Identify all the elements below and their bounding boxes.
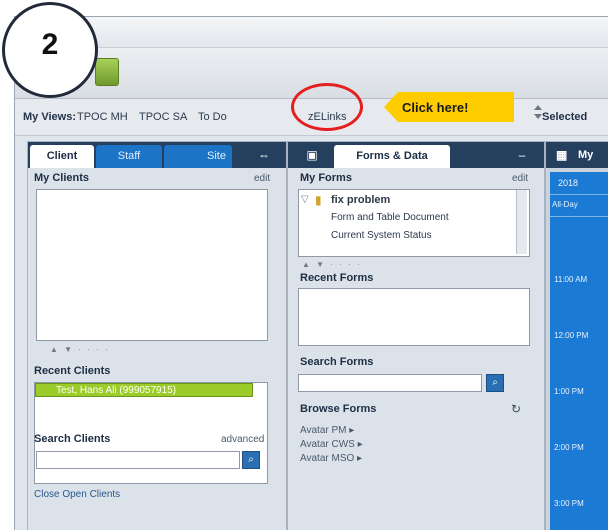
forms-panel: ▣ Forms & Data – My Forms edit ▽ ▮ fix p… bbox=[287, 141, 545, 530]
step-number: 2 bbox=[41, 28, 59, 61]
splitter-handle-icon[interactable]: ▲ ▼ · · · · bbox=[302, 260, 362, 269]
browse-item-avatar-cws[interactable]: Avatar CWS ▸ bbox=[300, 439, 363, 450]
view-link-tpoc-mh[interactable]: TPOC MH bbox=[77, 111, 128, 123]
sort-arrows-icon[interactable] bbox=[534, 105, 542, 127]
calendar-divider bbox=[550, 216, 608, 217]
my-forms-edit-link[interactable]: edit bbox=[512, 173, 528, 184]
forms-panel-icon: ▣ bbox=[306, 148, 318, 162]
view-link-tpoc-sa[interactable]: TPOC SA bbox=[139, 111, 187, 123]
calendar-grid[interactable]: 2018 All-Day 11:00 AM 12:00 PM 1:00 PM 2… bbox=[550, 172, 608, 530]
calendar-icon: ▦ bbox=[556, 148, 568, 162]
client-panel: Client Staff Site ⇔ My Clients edit ▲ ▼ … bbox=[27, 141, 287, 530]
search-clients-title: Search Clients bbox=[34, 433, 111, 445]
close-open-clients-link[interactable]: Close Open Clients bbox=[34, 489, 120, 500]
time-slot-label: 12:00 PM bbox=[554, 331, 589, 340]
my-clients-title: My Clients bbox=[34, 172, 90, 184]
form-item-1[interactable]: Current System Status bbox=[331, 230, 432, 241]
refresh-icon[interactable]: ↻ bbox=[506, 400, 526, 418]
recent-forms-title: Recent Forms bbox=[300, 272, 374, 284]
time-slot-label: 2:00 PM bbox=[554, 443, 584, 452]
all-day-label: All-Day bbox=[552, 200, 578, 209]
time-slot-label: 3:00 PM bbox=[554, 499, 584, 508]
browse-forms-title: Browse Forms bbox=[300, 403, 377, 415]
my-forms-list[interactable]: ▽ ▮ fix problem Form and Table Document … bbox=[298, 189, 530, 257]
expand-icon[interactable]: ⇔ bbox=[254, 146, 274, 164]
click-here-callout: Click here! bbox=[384, 92, 514, 122]
view-link-to-do[interactable]: To Do bbox=[198, 111, 227, 123]
my-clients-list[interactable] bbox=[36, 189, 268, 341]
title-bar bbox=[15, 17, 608, 48]
tab-client[interactable]: Client bbox=[30, 145, 94, 168]
forms-tab-bar: ▣ Forms & Data – bbox=[288, 142, 544, 168]
form-item-0[interactable]: Form and Table Document bbox=[331, 212, 449, 223]
folder-icon: ▮ bbox=[315, 193, 322, 207]
selected-label: Selected bbox=[542, 111, 588, 123]
tab-site[interactable]: Site bbox=[164, 145, 232, 168]
advanced-search-link[interactable]: advanced bbox=[221, 434, 264, 445]
calendar-divider bbox=[550, 194, 608, 195]
time-slot-label: 11:00 AM bbox=[554, 275, 588, 284]
calendar-year: 2018 bbox=[558, 178, 579, 188]
my-clients-edit-link[interactable]: edit bbox=[254, 173, 270, 184]
step-number-badge: 2 bbox=[2, 2, 98, 98]
highlight-circle bbox=[291, 83, 363, 131]
search-clients-button[interactable]: ⌕ bbox=[242, 451, 260, 469]
home-button[interactable] bbox=[95, 58, 119, 86]
browse-item-avatar-pm[interactable]: Avatar PM ▸ bbox=[300, 425, 354, 436]
my-forms-title: My Forms bbox=[300, 172, 352, 184]
minimize-icon[interactable]: – bbox=[512, 146, 532, 164]
search-forms-button[interactable]: ⌕ bbox=[486, 374, 504, 392]
browse-item-avatar-mso[interactable]: Avatar MSO ▸ bbox=[300, 453, 362, 464]
recent-clients-title: Recent Clients bbox=[34, 365, 111, 377]
calendar-panel: ▦ My 2018 All-Day 11:00 AM 12:00 PM 1:00… bbox=[545, 141, 608, 530]
recent-forms-list[interactable] bbox=[298, 288, 530, 346]
search-forms-input[interactable] bbox=[298, 374, 482, 392]
click-here-label: Click here! bbox=[402, 100, 469, 115]
search-clients-input[interactable] bbox=[36, 451, 240, 469]
my-views-label: My Views: bbox=[23, 111, 76, 123]
splitter-handle-icon[interactable]: ▲ ▼ · · · · bbox=[50, 345, 110, 354]
client-tab-bar: Client Staff Site ⇔ bbox=[28, 142, 286, 168]
tree-toggle-icon[interactable]: ▽ bbox=[301, 194, 309, 205]
search-forms-title: Search Forms bbox=[300, 356, 374, 368]
tab-staff[interactable]: Staff bbox=[96, 145, 162, 168]
my-forms-scrollbar[interactable] bbox=[516, 190, 527, 254]
tab-forms-data[interactable]: Forms & Data bbox=[334, 145, 450, 168]
calendar-tab-bar: ▦ My bbox=[546, 142, 608, 168]
recent-client-row[interactable]: Test, Hans Ali (999057915) bbox=[35, 383, 253, 397]
folder-name[interactable]: fix problem bbox=[331, 194, 390, 206]
time-slot-label: 1:00 PM bbox=[554, 387, 584, 396]
tab-my-calendar[interactable]: My bbox=[578, 149, 593, 161]
